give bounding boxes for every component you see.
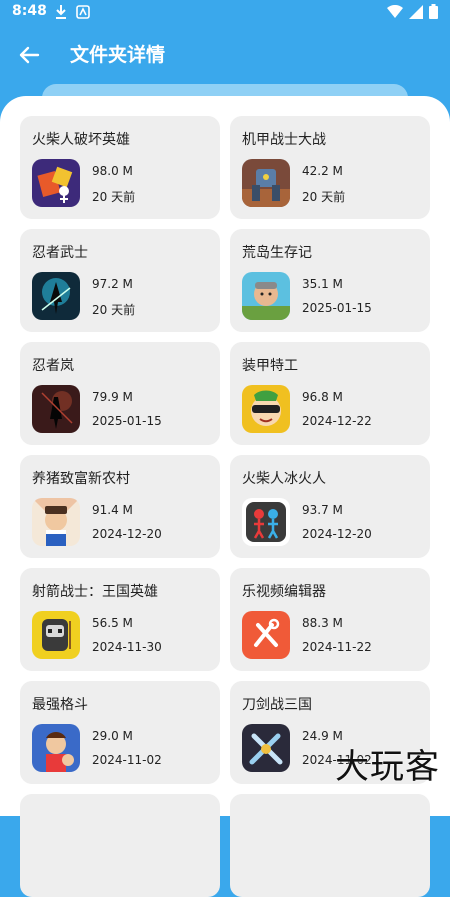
- app-date: 2024-11-22: [302, 640, 372, 654]
- pig-farm-icon: [32, 498, 80, 546]
- app-card-armored-agent[interactable]: 装甲特工 96.8 M 2024-12-22: [230, 342, 430, 445]
- app-date: 2024-11-30: [92, 640, 162, 654]
- app-card-partial[interactable]: [20, 794, 220, 897]
- app-size: 98.0 M: [92, 164, 133, 178]
- app-size: 42.2 M: [302, 164, 343, 178]
- app-card-stickman-destroy-hero[interactable]: 火柴人破坏英雄 98.0 M 20 天前: [20, 116, 220, 219]
- mech-warrior-icon: [242, 159, 290, 207]
- app-name: 装甲特工: [242, 358, 298, 374]
- app-name: 刀剑战三国: [242, 697, 312, 713]
- app-date: 2024-11-02: [92, 753, 162, 767]
- app-card-pig-farm[interactable]: 养猪致富新农村 91.4 M 2024-12-20: [20, 455, 220, 558]
- wifi-icon: [387, 4, 403, 18]
- app-date: 2024-12-20: [92, 527, 162, 541]
- download-icon: [56, 5, 66, 19]
- app-card-stickman-fire-ice[interactable]: 火柴人冰火人 93.7 M 2024-12-20: [230, 455, 430, 558]
- app-card-ninja-samurai[interactable]: 忍者武士 97.2 M 20 天前: [20, 229, 220, 332]
- app-size: 29.0 M: [92, 729, 133, 743]
- status-bar: 8:48: [0, 0, 450, 26]
- stickman-fire-ice-icon: [242, 498, 290, 546]
- app-date: 2025-01-15: [92, 414, 162, 428]
- app-name: 养猪致富新农村: [32, 471, 130, 487]
- app-date: 2024-12-20: [302, 527, 372, 541]
- app-bar: 文件夹详情: [0, 26, 450, 82]
- app-name: 火柴人冰火人: [242, 471, 326, 487]
- app-size: 97.2 M: [92, 277, 133, 291]
- armored-agent-icon: [242, 385, 290, 433]
- app-card-mech-warrior[interactable]: 机甲战士大战 42.2 M 20 天前: [230, 116, 430, 219]
- video-editor-icon: [242, 611, 290, 659]
- app-size: 88.3 M: [302, 616, 343, 630]
- archer-kingdom-icon: [32, 611, 80, 659]
- app-name: 机甲战士大战: [242, 132, 326, 148]
- island-survival-icon: [242, 272, 290, 320]
- signal-icon: [409, 4, 423, 19]
- watermark-logo: 大玩客: [335, 747, 440, 787]
- app-card-island-survival[interactable]: 荒岛生存记 35.1 M 2025-01-15: [230, 229, 430, 332]
- content-sheet: 火柴人破坏英雄 98.0 M 20 天前 机甲战士大战 42.2 M 20 天前…: [0, 96, 450, 897]
- app-name: 火柴人破坏英雄: [32, 132, 130, 148]
- app-size: 79.9 M: [92, 390, 133, 404]
- app-date: 20 天前: [92, 190, 136, 204]
- app-card-video-editor[interactable]: 乐视频编辑器 88.3 M 2024-11-22: [230, 568, 430, 671]
- app-name: 最强格斗: [32, 697, 88, 713]
- app-size: 96.8 M: [302, 390, 343, 404]
- notification-app-icon: [76, 5, 90, 19]
- strongest-fight-icon: [32, 724, 80, 772]
- app-card-strongest-fight[interactable]: 最强格斗 29.0 M 2024-11-02: [20, 681, 220, 784]
- app-date: 2025-01-15: [302, 301, 372, 315]
- app-name: 乐视频编辑器: [242, 584, 326, 600]
- back-arrow-icon[interactable]: [14, 40, 44, 70]
- page-title: 文件夹详情: [70, 44, 166, 66]
- ninja-arashi-icon: [32, 385, 80, 433]
- app-name: 忍者岚: [32, 358, 74, 374]
- app-name: 射箭战士：王国英雄: [32, 584, 158, 600]
- app-date: 20 天前: [302, 190, 346, 204]
- app-name: 忍者武士: [32, 245, 88, 261]
- app-name: 荒岛生存记: [242, 245, 312, 261]
- stickman-destroy-hero-icon: [32, 159, 80, 207]
- app-card-ninja-arashi[interactable]: 忍者岚 79.9 M 2025-01-15: [20, 342, 220, 445]
- app-date: 20 天前: [92, 303, 136, 317]
- app-size: 56.5 M: [92, 616, 133, 630]
- status-time: 8:48: [12, 3, 47, 19]
- battery-icon: [429, 4, 438, 19]
- app-card-partial[interactable]: [230, 794, 430, 897]
- app-size: 91.4 M: [92, 503, 133, 517]
- sword-three-kingdoms-icon: [242, 724, 290, 772]
- ninja-samurai-icon: [32, 272, 80, 320]
- app-date: 2024-12-22: [302, 414, 372, 428]
- app-card-archer-kingdom[interactable]: 射箭战士：王国英雄 56.5 M 2024-11-30: [20, 568, 220, 671]
- app-size: 35.1 M: [302, 277, 343, 291]
- app-size: 93.7 M: [302, 503, 343, 517]
